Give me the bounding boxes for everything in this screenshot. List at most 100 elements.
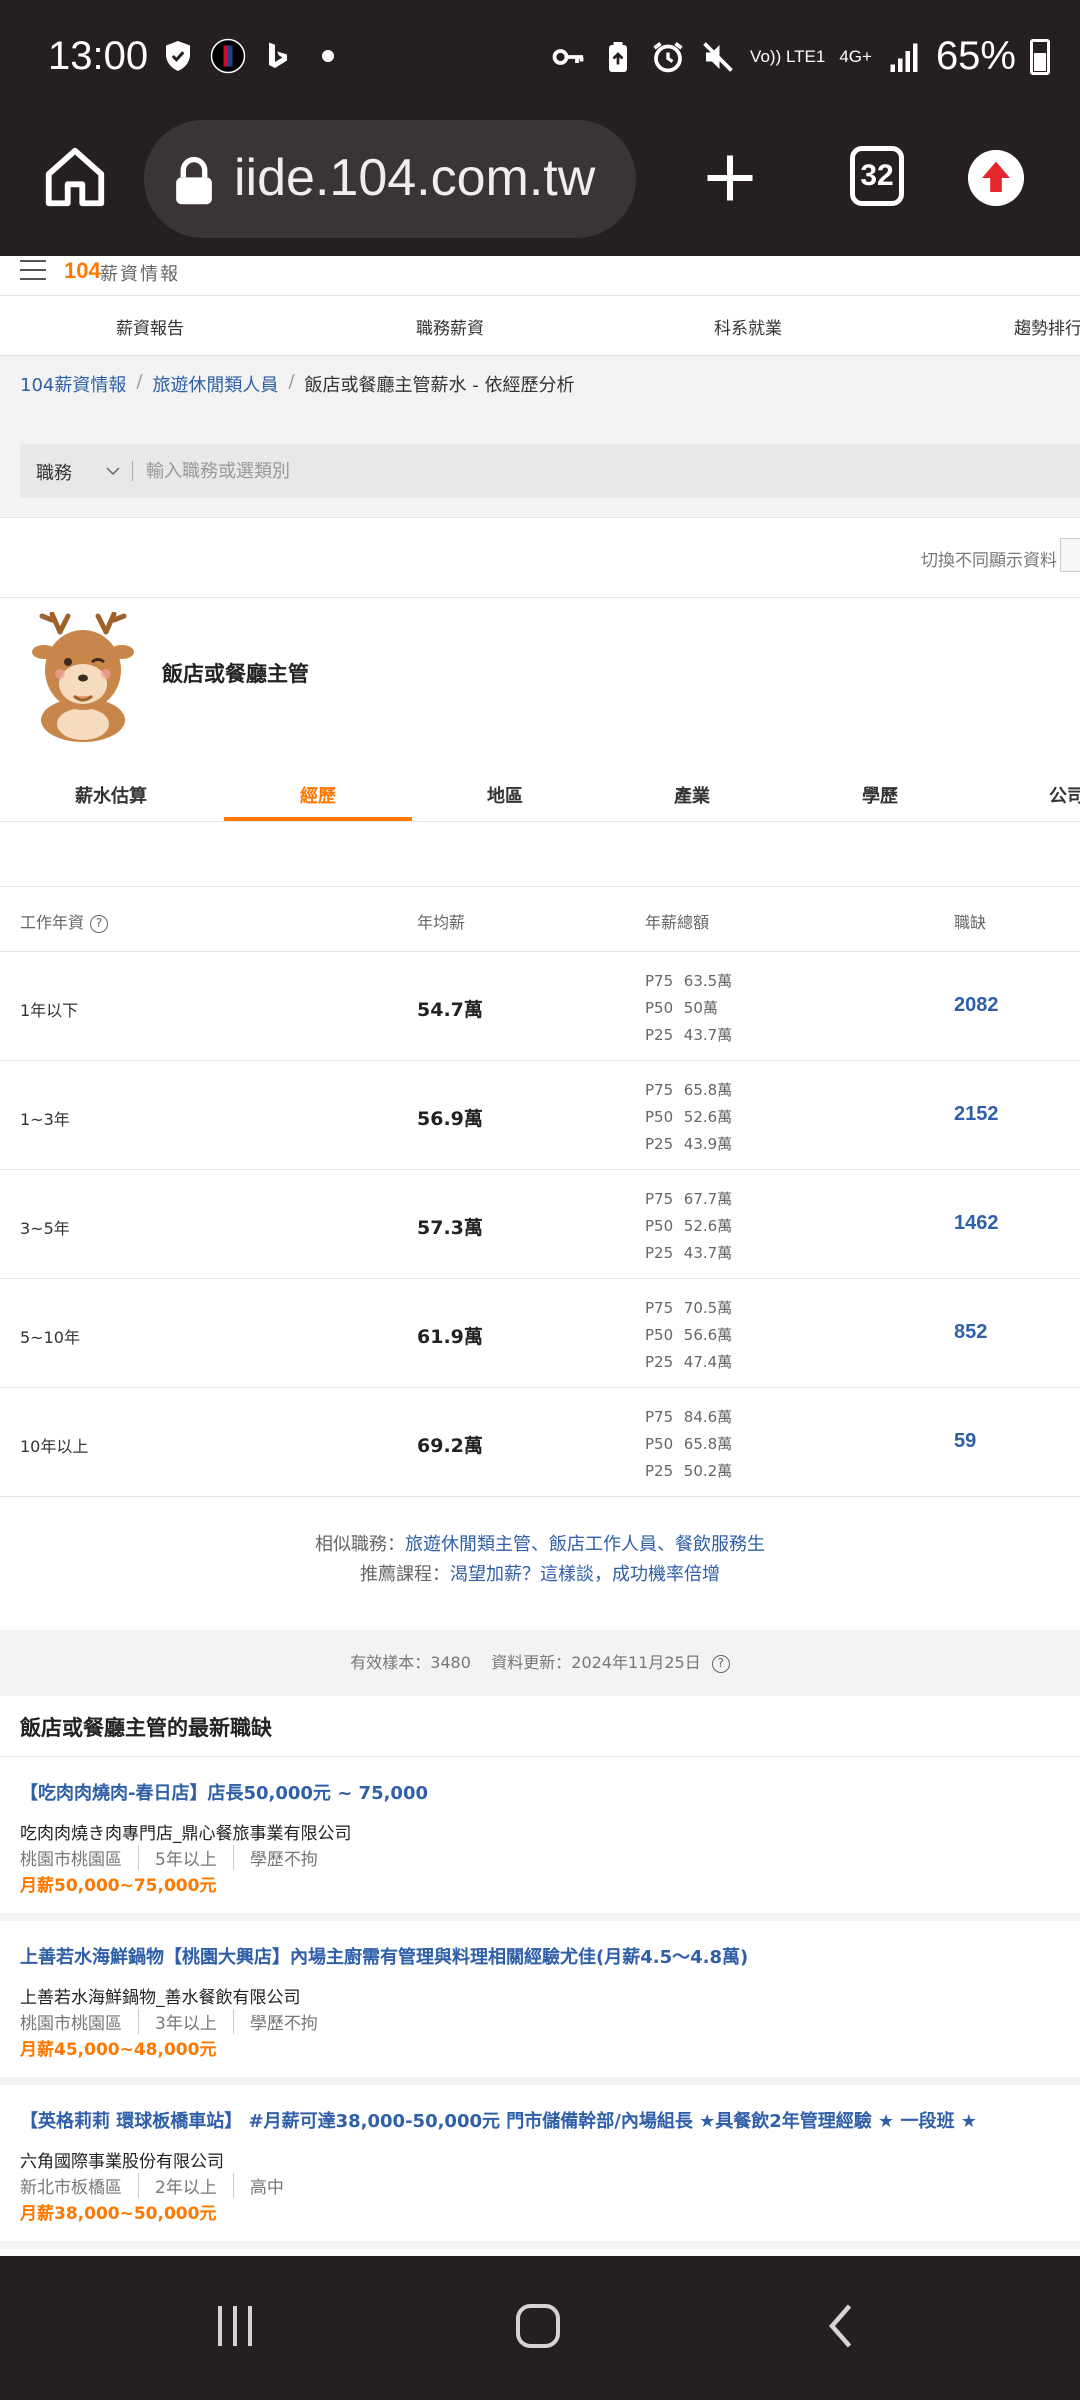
job-education: 學歷不拘	[232, 1845, 334, 1870]
job-location: 新北市板橋區	[20, 2178, 122, 2198]
row-openings-link[interactable]: 2082	[954, 994, 999, 1017]
breadcrumb-separator: /	[288, 371, 295, 392]
breadcrumb: 104薪資情報 / 旅遊休閒類人員 / 飯店或餐廳主管薪水 - 依經歷分析	[20, 371, 574, 397]
row-experience: 1~3年	[20, 1110, 70, 1129]
more-notifications-dot	[322, 50, 334, 62]
system-nav-bar	[0, 2256, 1080, 2400]
similar-jobs-label: 相似職務：	[315, 1534, 405, 1555]
recommended-course-link[interactable]: 渴望加薪？這樣談，成功機率倍增	[450, 1564, 720, 1585]
row-percentiles: P75 65.8萬 P50 52.6萬 P25 43.9萬	[645, 1081, 733, 1153]
mute-icon	[703, 41, 733, 72]
chevron-down-icon[interactable]	[104, 462, 122, 480]
job-listing[interactable]: 【吃肉肉燒肉-春日店】店長50,000元 ~ 75,000 吃肉肉燒き肉專門店_…	[0, 1757, 1080, 1921]
row-openings-link[interactable]: 2152	[954, 1103, 999, 1126]
job-location: 桃園市桃園區	[20, 2014, 122, 2034]
tab-switcher-button[interactable]: 32	[850, 146, 904, 206]
recommended-course-label: 推薦課程：	[360, 1564, 450, 1585]
sample-size: 有效樣本：3480	[350, 1653, 471, 1672]
row-openings-link[interactable]: 852	[954, 1321, 987, 1344]
row-avg-salary: 69.2萬	[417, 1435, 483, 1457]
notification-icons	[160, 38, 334, 74]
display-toggle-label: 切換不同顯示資料	[921, 551, 1057, 571]
job-listing-company[interactable]: 上善若水海鮮鍋物_善水餐飲有限公司	[20, 1983, 301, 2008]
row-percentiles: P75 67.7萬 P50 52.6萬 P25 43.7萬	[645, 1190, 733, 1262]
lock-icon	[176, 156, 212, 205]
job-listing-title[interactable]: 【英格莉莉 環球板橋車站】 #月薪可達38,000-50,000元 門市儲備幹部…	[20, 2107, 977, 2133]
divider	[0, 597, 1080, 598]
active-tab-indicator	[224, 817, 412, 821]
row-experience: 3~5年	[20, 1219, 70, 1238]
job-listing-pay: 月薪45,000~48,000元	[20, 2040, 217, 2060]
job-experience: 3年以上	[138, 2009, 233, 2034]
salary-table: 工作年資? 年均薪 年薪總額 職缺 1年以下 54.7萬 P75 63.5萬 P…	[0, 886, 1080, 1497]
shield-icon	[166, 41, 190, 71]
network-4g: 4G+	[839, 46, 872, 66]
latest-jobs-title: 飯店或餐廳主管的最新職缺	[20, 1716, 272, 1740]
row-experience: 1年以下	[20, 1001, 79, 1020]
home-button-icon[interactable]	[508, 2296, 568, 2356]
new-tab-icon[interactable]	[700, 148, 760, 208]
breadcrumb-home-link[interactable]: 104薪資情報	[20, 371, 126, 397]
nav-department-employment[interactable]: 科系就業	[714, 314, 782, 339]
help-icon[interactable]: ?	[711, 1654, 730, 1673]
job-experience: 5年以上	[138, 1845, 233, 1870]
table-row: 1~3年 56.9萬 P75 65.8萬 P50 52.6萬 P25 43.9萬…	[0, 1061, 1080, 1170]
address-bar[interactable]: iide.104.com.tw	[144, 120, 636, 238]
job-listing-pay: 月薪50,000~75,000元	[20, 1876, 217, 1896]
battery-saver-icon	[609, 41, 628, 72]
status-time: 13:00	[48, 34, 149, 78]
display-toggle-select[interactable]	[1060, 538, 1080, 572]
job-listing-company[interactable]: 吃肉肉燒き肉專門店_鼎心餐旅事業有限公司	[20, 1819, 352, 1844]
status-bar: 13:00 Vo)) LTE1 4G+ 65%	[0, 0, 1080, 120]
job-listing[interactable]: 【英格莉莉 環球板橋車站】 #月薪可達38,000-50,000元 門市儲備幹部…	[0, 2085, 1080, 2249]
tab-region[interactable]: 地區	[487, 782, 523, 808]
job-listing-tags: 新北市板橋區 2年以上 高中	[20, 2173, 300, 2198]
recent-apps-icon[interactable]	[205, 2296, 265, 2356]
menu-icon[interactable]	[20, 260, 46, 282]
breadcrumb-separator: /	[136, 371, 143, 392]
search-bar: 職務	[20, 444, 1080, 498]
home-icon[interactable]	[40, 142, 110, 212]
search-input[interactable]	[146, 454, 846, 488]
job-listing-company[interactable]: 六角國際事業股份有限公司	[20, 2147, 224, 2172]
similar-jobs-links[interactable]: 旅遊休閒類主管、飯店工作人員、餐飲服務生	[405, 1534, 765, 1555]
job-listing[interactable]: 上善若水海鮮鍋物【桃園大興店】內場主廚需有管理與料理相關經驗尤佳(月薪4.5〜4…	[0, 1921, 1080, 2085]
table-header: 工作年資? 年均薪 年薪總額 職缺	[0, 886, 1080, 952]
browser-toolbar: iide.104.com.tw 32	[0, 120, 1080, 256]
tab-salary-estimate[interactable]: 薪水估算	[75, 782, 147, 808]
back-icon[interactable]	[812, 2296, 872, 2356]
row-percentiles: P75 84.6萬 P50 65.8萬 P25 50.2萬	[645, 1408, 733, 1480]
header-experience: 工作年資?	[20, 909, 109, 933]
breadcrumb-category-link[interactable]: 旅遊休閒類人員	[152, 371, 278, 397]
job-listing-title[interactable]: 【吃肉肉燒肉-春日店】店長50,000元 ~ 75,000	[20, 1779, 428, 1805]
job-title: 飯店或餐廳主管	[162, 662, 309, 686]
tab-company[interactable]: 公司	[1049, 782, 1080, 808]
site-logo-text: 薪資情報	[100, 264, 180, 285]
nav-trend-ranking[interactable]: 趨勢排行	[1014, 314, 1080, 339]
job-listing-tags: 桃園市桃園區 5年以上 學歷不拘	[20, 1845, 334, 1870]
tab-industry[interactable]: 產業	[674, 782, 710, 808]
system-icons: Vo)) LTE1 4G+ 65%	[550, 34, 1050, 79]
analysis-tabs: 薪水估算 經歷 地區 產業 學歷 公司	[0, 766, 1080, 822]
network-lte: Vo)) LTE1	[750, 46, 826, 66]
nav-salary-report[interactable]: 薪資報告	[116, 314, 184, 339]
table-row: 5~10年 61.9萬 P75 70.5萬 P50 56.6萬 P25 47.4…	[0, 1279, 1080, 1388]
site-logo[interactable]: 104	[64, 258, 101, 284]
alarm-icon	[653, 41, 683, 72]
row-openings-link[interactable]: 1462	[954, 1212, 999, 1235]
help-icon[interactable]: ?	[90, 914, 109, 933]
row-percentiles: P75 63.5萬 P50 50萬 P25 43.7萬	[645, 972, 733, 1044]
row-percentiles: P75 70.5萬 P50 56.6萬 P25 47.4萬	[645, 1299, 733, 1371]
update-icon[interactable]	[968, 150, 1024, 206]
tab-education[interactable]: 學歷	[862, 782, 898, 808]
search-type-select[interactable]: 職務	[36, 459, 72, 485]
tab-experience[interactable]: 經歷	[300, 782, 336, 808]
nba-app-icon	[210, 38, 246, 74]
row-experience: 5~10年	[20, 1328, 80, 1347]
row-openings-link[interactable]: 59	[954, 1430, 976, 1453]
job-education: 學歷不拘	[232, 2009, 334, 2034]
job-listing-title[interactable]: 上善若水海鮮鍋物【桃園大興店】內場主廚需有管理與料理相關經驗尤佳(月薪4.5〜4…	[20, 1943, 748, 1969]
data-updated: 資料更新：2024年11月25日	[491, 1653, 701, 1672]
nav-job-salary[interactable]: 職務薪資	[416, 314, 484, 339]
bing-icon	[269, 42, 287, 68]
